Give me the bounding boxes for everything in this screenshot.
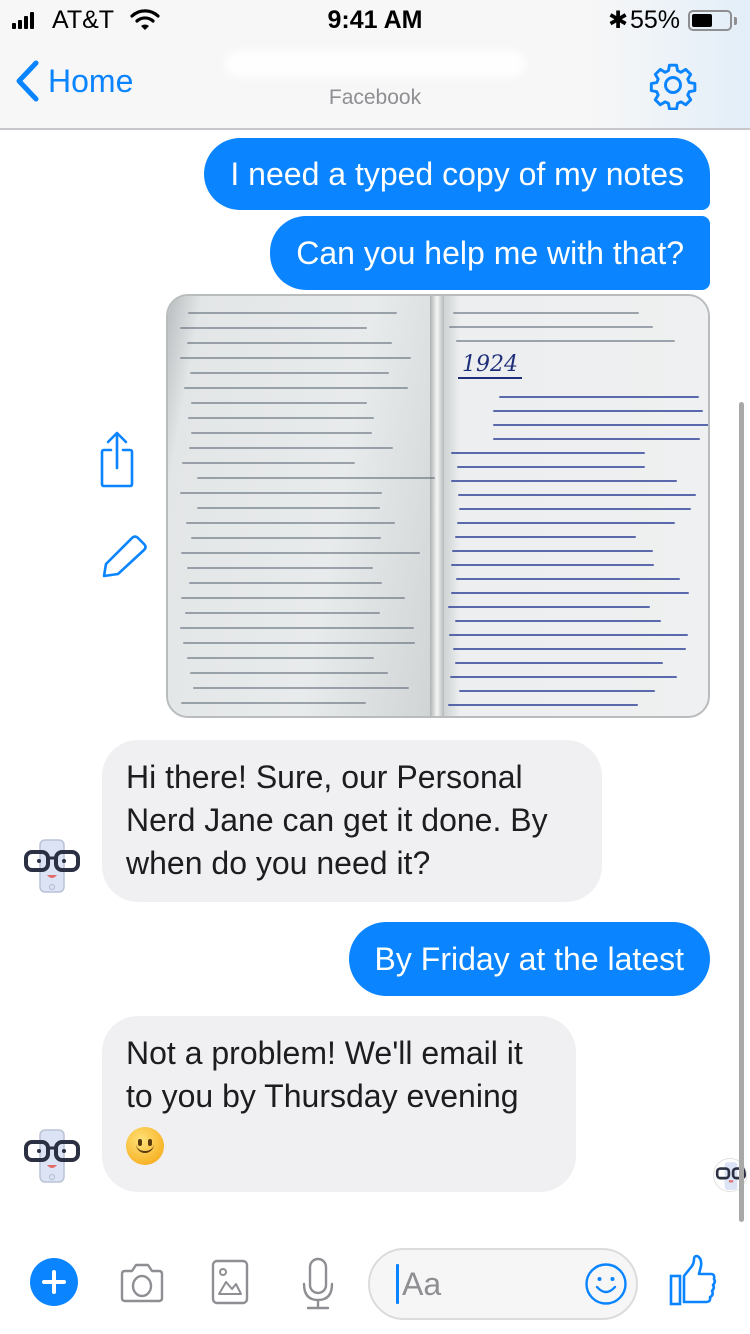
handwriting-line	[451, 550, 654, 552]
handwriting-line	[180, 702, 367, 704]
text-caret	[396, 1264, 399, 1304]
message-text: Can you help me with that?	[296, 234, 684, 271]
image-icon[interactable]	[210, 1258, 250, 1306]
handwriting-line	[187, 657, 374, 659]
bluetooth-icon: ✱	[608, 7, 629, 34]
handwriting-line	[455, 662, 664, 664]
handwriting-line	[187, 312, 398, 314]
handwriting-line	[455, 620, 662, 622]
handwriting-line	[451, 452, 646, 454]
handwriting-line	[191, 402, 367, 404]
handwriting-line	[188, 582, 383, 584]
handwriting-line	[182, 642, 415, 644]
handwriting-line	[191, 537, 382, 539]
notebook-year-heading: 1924	[458, 352, 522, 379]
message-input-placeholder: Aa	[402, 1266, 442, 1302]
handwriting-line	[186, 522, 395, 524]
handwriting-line	[180, 327, 368, 329]
conversation-title-redacted	[225, 50, 525, 78]
gear-icon[interactable]	[648, 60, 698, 110]
composer-bar: Aa	[0, 1234, 750, 1334]
status-bar: AT&T 9:41 AM ✱ 55%	[0, 0, 750, 40]
handwriting-line	[179, 627, 415, 629]
handwriting-line	[448, 606, 650, 608]
conversation-subtitle: Facebook	[328, 86, 422, 109]
slightly-smiling-face-icon	[126, 1126, 164, 1165]
handwriting-line	[453, 648, 686, 650]
handwriting-line	[453, 312, 639, 314]
handwriting-line	[458, 494, 697, 496]
handwriting-line	[181, 597, 406, 599]
handwriting-line	[185, 612, 380, 614]
battery-tip	[734, 17, 737, 25]
share-icon[interactable]	[100, 430, 134, 488]
handwriting-line	[449, 676, 678, 678]
message-bubble-outgoing[interactable]: Can you help me with that?	[270, 216, 710, 290]
handwriting-line	[493, 438, 700, 440]
message-bubble-incoming[interactable]: Hi there! Sure, our Personal Nerd Jane c…	[102, 740, 602, 902]
handwriting-line	[456, 340, 675, 342]
handwriting-line	[451, 480, 678, 482]
handwriting-line	[193, 687, 409, 689]
handwriting-line	[190, 672, 389, 674]
handwriting-line	[493, 410, 703, 412]
message-text: I need a typed copy of my notes	[230, 155, 684, 192]
battery-percent: 55%	[630, 6, 681, 34]
handwriting-line	[448, 704, 638, 706]
top-bar: AT&T 9:41 AM ✱ 55% Home Facebook	[0, 0, 750, 130]
handwriting-line	[189, 372, 389, 374]
handwriting-line	[189, 447, 394, 449]
handwriting-line	[179, 357, 412, 359]
notebook-photo[interactable]: 1924	[166, 294, 710, 718]
bot-avatar	[24, 1129, 80, 1183]
handwriting-line	[186, 342, 393, 344]
handwriting-line	[191, 432, 373, 434]
handwriting-line	[458, 690, 655, 692]
handwriting-line	[456, 578, 681, 580]
message-text: Not a problem! We'll email it to you by …	[126, 1035, 523, 1114]
handwriting-line	[186, 567, 374, 569]
message-bubble-incoming[interactable]: Not a problem! We'll email it to you by …	[102, 1016, 576, 1192]
thumbs-up-icon[interactable]	[668, 1254, 718, 1308]
handwriting-line	[451, 592, 689, 594]
handwriting-line	[181, 462, 356, 464]
handwriting-line	[196, 477, 435, 479]
handwriting-line	[449, 634, 689, 636]
handwriting-line	[448, 326, 654, 328]
handwriting-line	[197, 507, 381, 509]
handwriting-line	[181, 552, 421, 554]
microphone-icon[interactable]	[300, 1256, 336, 1312]
handwriting-line	[183, 387, 409, 389]
message-bubble-outgoing[interactable]: I need a typed copy of my notes	[204, 138, 710, 210]
scrollbar[interactable]	[739, 402, 744, 1222]
handwriting-line	[454, 536, 637, 538]
handwriting-line	[450, 564, 655, 566]
handwriting-line	[456, 522, 676, 524]
camera-icon[interactable]	[118, 1262, 166, 1304]
message-text: Hi there! Sure, our Personal Nerd Jane c…	[126, 759, 548, 881]
handwriting-line	[499, 396, 699, 398]
message-text: By Friday at the latest	[374, 940, 684, 977]
pencil-icon[interactable]	[100, 534, 150, 580]
bot-avatar	[24, 839, 80, 893]
battery-icon	[688, 10, 732, 31]
handwriting-line	[187, 417, 375, 419]
notebook-left-page	[168, 296, 438, 716]
handwriting-line	[493, 424, 708, 426]
plus-icon[interactable]	[30, 1258, 78, 1306]
emoji-icon[interactable]	[584, 1262, 628, 1306]
handwriting-line	[459, 508, 691, 510]
message-bubble-outgoing[interactable]: By Friday at the latest	[348, 922, 710, 996]
notebook-spine	[430, 296, 444, 716]
handwriting-line	[456, 466, 645, 468]
handwriting-line	[180, 492, 382, 494]
message-input[interactable]: Aa	[368, 1248, 638, 1320]
